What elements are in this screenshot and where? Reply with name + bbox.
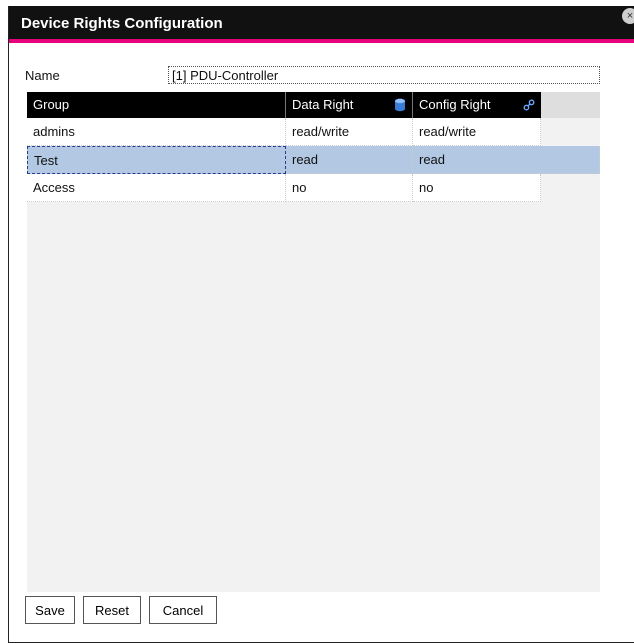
- name-field[interactable]: [1] PDU-Controller: [168, 66, 600, 84]
- save-button[interactable]: Save: [25, 596, 75, 624]
- column-header-label: Data Right: [292, 97, 354, 112]
- column-header-data-right[interactable]: Data Right: [286, 92, 412, 118]
- close-icon[interactable]: ×: [622, 8, 634, 24]
- data-right-cell: read/write: [286, 118, 413, 146]
- column-header-config-right[interactable]: Config Right: [413, 92, 541, 118]
- data-right-cell: no: [286, 174, 413, 202]
- reset-button[interactable]: Reset: [83, 596, 141, 624]
- column-header-group[interactable]: Group: [27, 92, 285, 118]
- group-cell: admins: [27, 118, 286, 146]
- table-header: Group Data Right Config Right: [27, 92, 600, 118]
- config-right-cell: no: [413, 174, 541, 202]
- config-right-cell: read: [413, 146, 600, 174]
- group-cell: Access: [27, 174, 286, 202]
- table-row-selected[interactable]: Test read read: [27, 146, 600, 174]
- column-header-label: Group: [33, 97, 70, 112]
- database-icon: [395, 98, 405, 112]
- data-right-cell: read: [286, 146, 413, 174]
- table-row[interactable]: Access no no: [27, 174, 600, 202]
- name-row: Name [1] PDU-Controller: [25, 66, 600, 86]
- group-cell: Test: [27, 146, 286, 174]
- name-label: Name: [25, 68, 60, 83]
- link-icon: [523, 99, 535, 111]
- device-rights-dialog: Device Rights Configuration × Name [1] P…: [8, 6, 634, 643]
- cancel-button[interactable]: Cancel: [149, 596, 217, 624]
- title-accent-bar: [9, 39, 634, 43]
- table-row[interactable]: admins read/write read/write: [27, 118, 600, 146]
- dialog-title: Device Rights Configuration: [21, 15, 223, 32]
- dialog-titlebar: Device Rights Configuration: [9, 6, 634, 43]
- config-right-cell: read/write: [413, 118, 541, 146]
- column-header-label: Config Right: [419, 97, 491, 112]
- rights-table: Group Data Right Config Right admins rea…: [27, 92, 600, 592]
